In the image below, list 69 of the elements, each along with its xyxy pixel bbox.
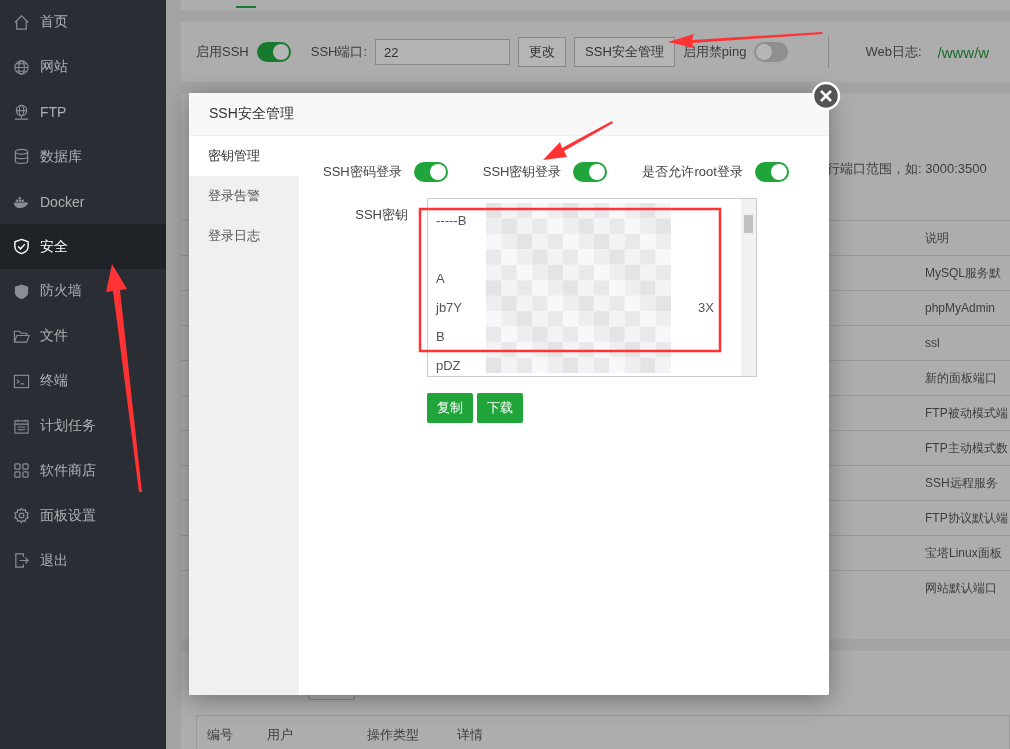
dialog-tab[interactable]: 密钥管理 — [189, 136, 299, 176]
column-header: 详情 — [457, 726, 483, 744]
switch-toggle[interactable] — [754, 162, 789, 182]
switch-label: SSH密码登录 — [323, 163, 402, 181]
dialog-tab[interactable]: 登录日志 — [189, 216, 299, 256]
ping-toggle[interactable] — [754, 42, 789, 62]
table-cell: FTP主动模式数 — [925, 439, 1008, 457]
ftp-icon — [13, 103, 30, 121]
column-header: 用户 — [267, 726, 294, 744]
database-icon — [13, 148, 30, 166]
table-cell: 宝塔Linux面板 — [925, 544, 1002, 562]
sidebar-item[interactable]: 计划任务 — [0, 403, 166, 449]
table-cell: MySQL服务默 — [925, 264, 1001, 282]
key-text: 3X — [698, 300, 714, 315]
key-text: -----B — [436, 213, 467, 228]
scrollbar[interactable] — [741, 199, 756, 376]
web-log-label: Web日志: — [865, 43, 922, 61]
sidebar-item[interactable]: 面板设置 — [0, 493, 166, 539]
shield-icon — [13, 238, 30, 256]
calendar-icon — [13, 417, 30, 435]
key-text: jb7Y — [436, 300, 463, 315]
table-cell: 新的面板端口 — [925, 369, 997, 387]
sidebar-item[interactable]: FTP — [0, 89, 166, 135]
key-text: pDZ — [436, 358, 461, 373]
sidebar-item[interactable]: Docker — [0, 179, 166, 225]
switch-label: 是否允许root登录 — [642, 163, 743, 181]
sidebar-item[interactable]: 防火墙 — [0, 269, 166, 314]
globe-icon — [13, 58, 30, 76]
dialog-title: SSH安全管理 — [189, 93, 829, 136]
exit-icon — [13, 552, 30, 570]
home-icon — [13, 13, 30, 31]
table-cell: phpMyAdmin — [925, 301, 996, 315]
change-button[interactable]: 更改 — [518, 37, 567, 67]
sidebar-item[interactable]: 软件商店 — [0, 448, 166, 494]
port-field[interactable]: 22 — [375, 39, 511, 65]
sidebar-item[interactable]: 安全 — [0, 224, 166, 270]
sidebar-item[interactable]: 首页 — [0, 0, 166, 45]
annotation-arrow — [543, 121, 613, 160]
key-textarea[interactable]: -----B A jb7Y 3X B pDZ — [427, 198, 757, 377]
dialog-tab[interactable]: 登录告警 — [189, 176, 299, 216]
table-cell: FTP被动模式端 — [925, 404, 1008, 422]
sidebar-item[interactable]: 数据库 — [0, 134, 166, 180]
table-cell: FTP协议默认端 — [925, 509, 1008, 527]
firewall-icon — [13, 283, 30, 300]
table-cell: SSH远程服务 — [925, 474, 998, 492]
ssh-toggle[interactable] — [256, 42, 291, 62]
column-header: 编号 — [207, 726, 234, 744]
column-header: 操作类型 — [367, 726, 420, 744]
switch-label: SSH密钥登录 — [482, 163, 562, 181]
table-cell: ssl — [925, 336, 940, 350]
close-icon[interactable] — [811, 81, 841, 111]
column-header: 说明 — [925, 229, 949, 247]
ssh-label: 启用SSH — [196, 43, 249, 61]
table-cell: 网站默认端口 — [925, 579, 997, 597]
switch-toggle[interactable] — [573, 162, 608, 182]
sidebar-item[interactable]: 网站 — [0, 44, 166, 90]
port-label: SSH端口: — [310, 43, 368, 61]
switch-toggle[interactable] — [413, 162, 448, 182]
grid-icon — [13, 462, 30, 480]
sidebar-item[interactable]: 文件 — [0, 313, 166, 359]
ssh-manage-button[interactable]: SSH安全管理 — [574, 37, 675, 67]
tab-indicator — [236, 6, 256, 8]
terminal-icon — [13, 372, 30, 390]
key-text: B — [436, 329, 445, 344]
sidebar-item[interactable]: 退出 — [0, 538, 166, 583]
gear-icon — [13, 507, 30, 525]
key-text: A — [436, 271, 445, 286]
key-label: SSH密钥 — [354, 206, 409, 224]
sidebar-item[interactable]: 终端 — [0, 358, 166, 404]
